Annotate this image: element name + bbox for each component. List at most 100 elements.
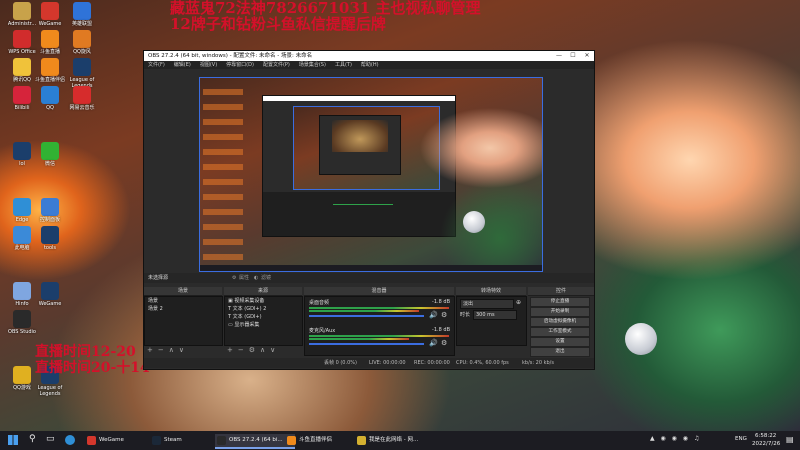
scenes-list: 场景 场景 2: [144, 296, 223, 346]
source-label: 文本 (GDI+) 2: [232, 306, 267, 312]
no-source-selected: 未选择源: [148, 275, 169, 281]
duration-input[interactable]: 300 ms: [473, 310, 517, 320]
taskbar-app-button[interactable]: WeGame: [85, 434, 159, 447]
app-icon: [73, 2, 91, 20]
gear-icon[interactable]: ⚙: [249, 346, 260, 354]
move-up-icon[interactable]: ∧: [260, 346, 270, 354]
volume-slider[interactable]: [309, 343, 424, 345]
start-recording-button[interactable]: 开始录制: [530, 307, 590, 317]
exit-button[interactable]: 退出: [530, 347, 590, 357]
duration-label: 时长: [460, 312, 471, 318]
controls-dock-header: 控件: [528, 287, 594, 296]
transitions-dock-header: 转场特效: [456, 287, 526, 296]
language-indicator[interactable]: ENG: [735, 436, 747, 442]
menu-help[interactable]: 帮助(H): [361, 61, 379, 69]
edge-taskbar-icon[interactable]: [65, 435, 75, 445]
preview-nested-meter: [333, 204, 393, 205]
desktop-icon[interactable]: 控制面板: [30, 198, 70, 223]
gear-icon[interactable]: ⚙: [232, 273, 236, 283]
scene-item[interactable]: 场景: [145, 297, 222, 305]
virtual-camera-button[interactable]: 启动虚拟摄像机: [530, 317, 590, 327]
tray-icons[interactable]: ▲ ◉ ◉ ◉ ♫: [650, 435, 701, 442]
desktop-icon[interactable]: 英雄联盟: [62, 2, 102, 27]
filters-button[interactable]: 滤镜: [261, 273, 271, 283]
menu-tools[interactable]: 工具(T): [335, 61, 352, 69]
windows-start-icon[interactable]: [8, 435, 18, 445]
filter-icon[interactable]: ◐: [254, 273, 258, 283]
menu-scene-collection[interactable]: 场景集合(S): [299, 61, 326, 69]
preview-character-art: [400, 98, 542, 268]
mixer-track-db: -1.8 dB: [432, 299, 450, 305]
notification-icon[interactable]: ▤: [786, 435, 794, 444]
source-label: 显示器采集: [234, 322, 260, 328]
obs-preview[interactable]: [199, 77, 543, 272]
desktop-icon[interactable]: QQ旋风: [62, 30, 102, 55]
search-icon[interactable]: ⚲: [29, 434, 36, 444]
menu-file[interactable]: 文件(F): [148, 61, 165, 69]
maximize-icon[interactable]: ☐: [566, 51, 580, 61]
app-icon: [13, 2, 31, 20]
clock-date[interactable]: 2022/7/26: [752, 441, 780, 447]
taskbar-app-button[interactable]: OBS 27.2.4 (64 bi...: [215, 434, 295, 449]
sources-list: ▣ 视频采集设备 T 文本 (GDI+) 2 T 文本 (GDI+) ▭ 显示器…: [224, 296, 303, 346]
desktop-icon[interactable]: tools: [30, 226, 70, 251]
app-icon: [13, 226, 31, 244]
task-view-icon[interactable]: ▭: [46, 434, 55, 444]
stop-streaming-button[interactable]: 停止直播: [530, 297, 590, 307]
desktop-icon-label: 微信: [44, 161, 55, 167]
desktop-icon[interactable]: OBS Studio: [2, 310, 42, 335]
move-up-icon[interactable]: ∧: [169, 346, 179, 354]
transition-select[interactable]: 淡出: [460, 299, 514, 309]
close-icon[interactable]: ✕: [580, 51, 594, 61]
preview-deeper-obs: [319, 115, 401, 175]
gear-icon[interactable]: ⚙: [441, 339, 447, 347]
desktop-icon[interactable]: 微信: [30, 142, 70, 167]
app-icon: [73, 30, 91, 48]
app-icon: [13, 310, 31, 328]
gear-icon[interactable]: ⚙: [441, 311, 447, 319]
studio-mode-button[interactable]: 工作室模式: [530, 327, 590, 337]
audio-mixer: 桌面音频 -1.8 dB 🔊 ⚙ 麦克风/Aux -1.8 dB 🔊 ⚙: [304, 296, 455, 356]
remove-scene-icon[interactable]: −: [158, 346, 169, 354]
remove-source-icon[interactable]: −: [238, 346, 249, 354]
scene-item[interactable]: 场景 2: [145, 305, 222, 313]
source-item[interactable]: T 文本 (GDI+): [225, 313, 302, 321]
app-icon: [41, 226, 59, 244]
transitions-panel: 淡出 ⊕ 时长 300 ms: [456, 296, 527, 346]
live-timer: LIVE: 00:00:00: [369, 360, 406, 366]
status-bar: 丢帧 0 (0.0%) LIVE: 00:00:00 REC: 00:00:00…: [144, 358, 594, 368]
menu-view[interactable]: 视图(V): [200, 61, 217, 69]
overlay-left-line2: 直播时间20-十14: [35, 360, 150, 376]
menu-edit[interactable]: 编辑(E): [174, 61, 191, 69]
obs-title-bar[interactable]: OBS 27.2.4 (64 bit, windows) - 配置文件: 未命名…: [144, 51, 594, 61]
move-down-icon[interactable]: ∨: [179, 346, 189, 354]
source-item[interactable]: ▣ 视频采集设备: [225, 297, 302, 305]
speaker-icon[interactable]: 🔊: [429, 339, 438, 347]
preview-taskbar: [200, 265, 542, 271]
settings-button[interactable]: 设置: [530, 337, 590, 347]
move-down-icon[interactable]: ∨: [270, 346, 280, 354]
desktop-icon[interactable]: League of Legends: [62, 58, 102, 89]
desktop-icon[interactable]: 网易云音乐: [62, 86, 102, 111]
menu-docks[interactable]: 停靠窗口(D): [226, 61, 254, 69]
app-icon: [217, 436, 226, 445]
taskbar-app-button[interactable]: 我是在此网络 - 网...: [355, 434, 435, 447]
clock-time[interactable]: 6:58:22: [755, 433, 776, 439]
volume-slider[interactable]: [309, 315, 424, 317]
taskbar-app-label: 我是在此网络 - 网...: [369, 437, 419, 443]
add-source-icon[interactable]: +: [227, 346, 238, 354]
taskbar-app-button[interactable]: Steam: [150, 434, 224, 447]
preview-deeper-canvas: [332, 120, 388, 152]
desktop-icon[interactable]: WeGame: [30, 282, 70, 307]
taskbar-app-button[interactable]: 斗鱼直播伴侣: [285, 434, 365, 447]
source-item[interactable]: T 文本 (GDI+) 2: [225, 305, 302, 313]
minimize-icon[interactable]: —: [552, 51, 566, 61]
mixer-track-name: 桌面音频: [309, 300, 330, 306]
add-scene-icon[interactable]: +: [147, 346, 158, 354]
menu-profile[interactable]: 配置文件(P): [263, 61, 290, 69]
properties-button[interactable]: 属性: [239, 273, 249, 283]
speaker-icon[interactable]: 🔊: [429, 311, 438, 319]
source-item[interactable]: ▭ 显示器采集: [225, 321, 302, 329]
sources-toolbar: +−⚙∧∨: [227, 346, 280, 354]
add-transition-icon[interactable]: ⊕: [516, 299, 521, 306]
